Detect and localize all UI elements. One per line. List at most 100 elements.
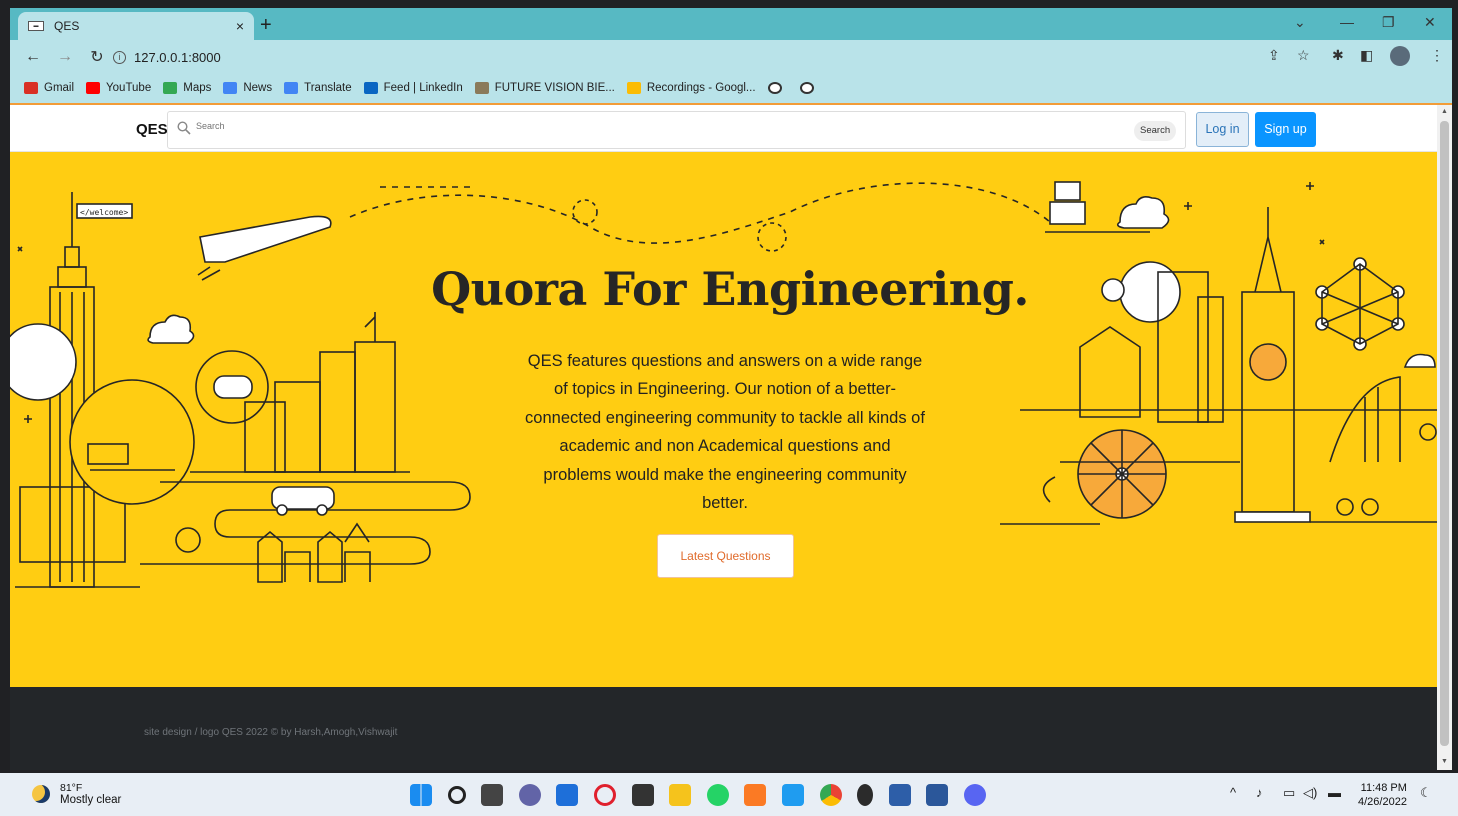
tab-search-icon[interactable]: ⌄: [1294, 14, 1306, 31]
site-search[interactable]: Search: [167, 111, 1186, 149]
bookmark-star-icon[interactable]: ☆: [1297, 47, 1310, 64]
discord-icon[interactable]: [963, 784, 986, 806]
bookmark-label: FUTURE VISION BIE...: [494, 82, 615, 94]
weather-widget[interactable]: 81°F Mostly clear: [32, 782, 121, 806]
bookmark-label: Translate: [304, 82, 352, 94]
translate-icon: [284, 82, 299, 94]
microphone-icon[interactable]: ♪: [1256, 785, 1263, 800]
back-icon[interactable]: ←: [24, 48, 42, 66]
github-icon: [767, 82, 782, 94]
browser-window: ▬ QES × + ⌄ — ❐ ✕ ← → ↻ i 127.0.0.1:8000…: [10, 8, 1452, 105]
clock-date: 4/26/2022: [1358, 796, 1407, 808]
weather-moon-icon: [32, 785, 50, 803]
web-page: QES Search Log in Sign up </welcome>: [10, 105, 1437, 770]
reload-icon[interactable]: ↻: [88, 47, 106, 67]
file-explorer-icon[interactable]: [669, 784, 692, 806]
url-text: 127.0.0.1:8000: [134, 49, 221, 65]
whatsapp-icon[interactable]: [706, 784, 729, 806]
bookmark-label: Gmail: [44, 82, 75, 94]
clock-time: 11:48 PM: [1360, 782, 1407, 794]
address-bar[interactable]: i 127.0.0.1:8000: [113, 44, 1323, 70]
chrome-icon[interactable]: [819, 784, 842, 806]
bookmark-news[interactable]: News: [223, 82, 272, 94]
tab-strip: ▬ QES × + ⌄ — ❐ ✕: [10, 8, 1452, 40]
notifications-icon[interactable]: ☾: [1420, 785, 1432, 801]
site-info-icon[interactable]: i: [113, 50, 126, 64]
battery-icon[interactable]: ▬: [1328, 785, 1341, 800]
xampp-icon[interactable]: [744, 784, 767, 806]
forward-icon[interactable]: →: [56, 48, 74, 66]
browser-tab[interactable]: ▬ QES ×: [18, 12, 254, 40]
terminal-icon[interactable]: [631, 784, 654, 806]
bookmark-github-1[interactable]: [767, 82, 788, 94]
profile-avatar[interactable]: [1390, 46, 1410, 66]
opera-icon[interactable]: [593, 784, 616, 806]
weather-condition: Mostly clear: [60, 794, 122, 806]
tab-title: QES: [54, 19, 80, 33]
page-scrollbar[interactable]: ▲ ▼: [1437, 105, 1452, 770]
minimize-icon[interactable]: —: [1340, 14, 1354, 30]
scroll-up-icon[interactable]: ▲: [1441, 108, 1448, 115]
scroll-thumb[interactable]: [1440, 121, 1449, 746]
bookmark-label: Maps: [183, 82, 212, 94]
bookmark-translate[interactable]: Translate: [284, 82, 352, 94]
volume-icon[interactable]: ◁): [1303, 785, 1317, 801]
site-footer: site design / logo QES 2022 © by Harsh,A…: [10, 687, 1437, 770]
taskbar-apps: [410, 783, 1002, 807]
bookmark-recordings[interactable]: Recordings - Googl...: [626, 82, 756, 94]
hero-title: Quora For Engineering.: [431, 262, 1029, 316]
tab-close-icon[interactable]: ×: [236, 18, 244, 34]
vscode-icon[interactable]: [781, 784, 804, 806]
bookmark-github-2[interactable]: [799, 82, 820, 94]
bookmarks-bar: Gmail YouTube Maps News Translate Feed |…: [10, 74, 1452, 102]
site-logo[interactable]: QES: [136, 121, 168, 138]
network-icon[interactable]: ▭: [1283, 785, 1295, 801]
search-icon[interactable]: [447, 786, 466, 804]
bookmark-label: Feed | LinkedIn: [383, 82, 463, 94]
task-view-icon[interactable]: [481, 784, 504, 806]
powershell-icon[interactable]: [888, 784, 911, 806]
word-icon[interactable]: [926, 784, 949, 806]
latest-questions-button[interactable]: Latest Questions: [657, 534, 794, 578]
share-icon[interactable]: ⇪: [1268, 47, 1280, 64]
widgets-icon[interactable]: [556, 784, 579, 806]
search-input[interactable]: [196, 121, 496, 131]
signup-button[interactable]: Sign up: [1255, 112, 1316, 147]
bookmark-future-vision[interactable]: FUTURE VISION BIE...: [474, 82, 615, 94]
window-close-icon[interactable]: ✕: [1424, 14, 1436, 31]
teams-chat-icon[interactable]: [518, 784, 541, 806]
youtube-icon: [86, 82, 101, 94]
scroll-down-icon[interactable]: ▼: [1441, 758, 1448, 765]
bookmark-maps[interactable]: Maps: [163, 82, 211, 94]
bookmark-youtube[interactable]: YouTube: [86, 82, 151, 94]
search-icon: [177, 121, 191, 135]
google-drive-icon: [626, 82, 641, 94]
system-clock[interactable]: 11:48 PM 4/26/2022: [1358, 781, 1407, 809]
welcome-flag-text: </welcome>: [80, 208, 128, 217]
extensions-icon[interactable]: ✱: [1332, 47, 1344, 64]
windows-taskbar: 81°F Mostly clear ^ ♪ ▭ ◁) ▬ 11:48 PM 4/…: [0, 773, 1458, 816]
restore-icon[interactable]: ❐: [1382, 14, 1395, 31]
bookmark-label: News: [243, 82, 273, 94]
site-favicon-icon: ▬: [28, 21, 44, 31]
bookmark-label: YouTube: [106, 82, 152, 94]
app-dark-icon[interactable]: [857, 784, 874, 806]
login-button[interactable]: Log in: [1196, 112, 1249, 147]
side-panel-icon[interactable]: ◧: [1360, 47, 1373, 64]
news-icon: [223, 82, 238, 94]
github-icon: [799, 82, 814, 94]
bookmark-gmail[interactable]: Gmail: [24, 82, 74, 94]
browser-toolbar: ← → ↻ i 127.0.0.1:8000 ⇪ ☆ ✱ ◧ ⋮: [10, 40, 1452, 74]
college-icon: [474, 82, 489, 94]
menu-kebab-icon[interactable]: ⋮: [1430, 47, 1444, 64]
linkedin-icon: [363, 82, 378, 94]
new-tab-button[interactable]: +: [260, 14, 272, 37]
hero-description: QES features questions and answers on a …: [525, 352, 925, 513]
bookmark-label: Recordings - Googl...: [646, 82, 756, 94]
maps-icon: [163, 82, 178, 94]
tray-overflow-icon[interactable]: ^: [1230, 785, 1236, 800]
windows-start-icon[interactable]: [410, 784, 432, 806]
bookmark-linkedin[interactable]: Feed | LinkedIn: [363, 82, 463, 94]
gmail-icon: [24, 82, 38, 94]
search-button[interactable]: Search: [1134, 121, 1177, 141]
